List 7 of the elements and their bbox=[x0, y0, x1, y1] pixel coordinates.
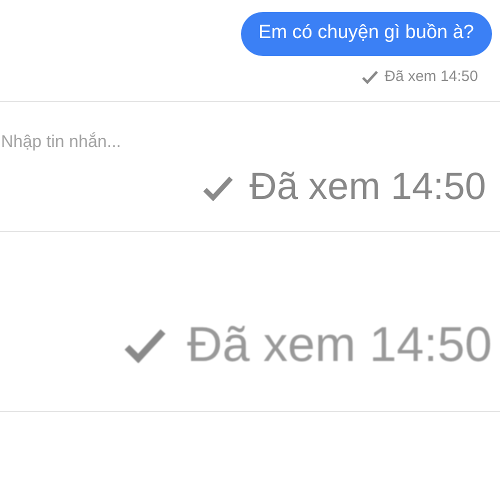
check-icon bbox=[201, 174, 236, 200]
seen-status: Đã xem 14:50 bbox=[186, 317, 492, 373]
check-icon bbox=[360, 70, 379, 84]
seen-status: Đã xem 14:50 bbox=[249, 166, 486, 209]
seen-status: Đã xem 14:50 bbox=[384, 68, 478, 85]
message-input-field[interactable]: Nhập tin nhắn... bbox=[1, 132, 301, 152]
message-bubble: Em có chuyện gì buồn à? bbox=[240, 12, 492, 56]
